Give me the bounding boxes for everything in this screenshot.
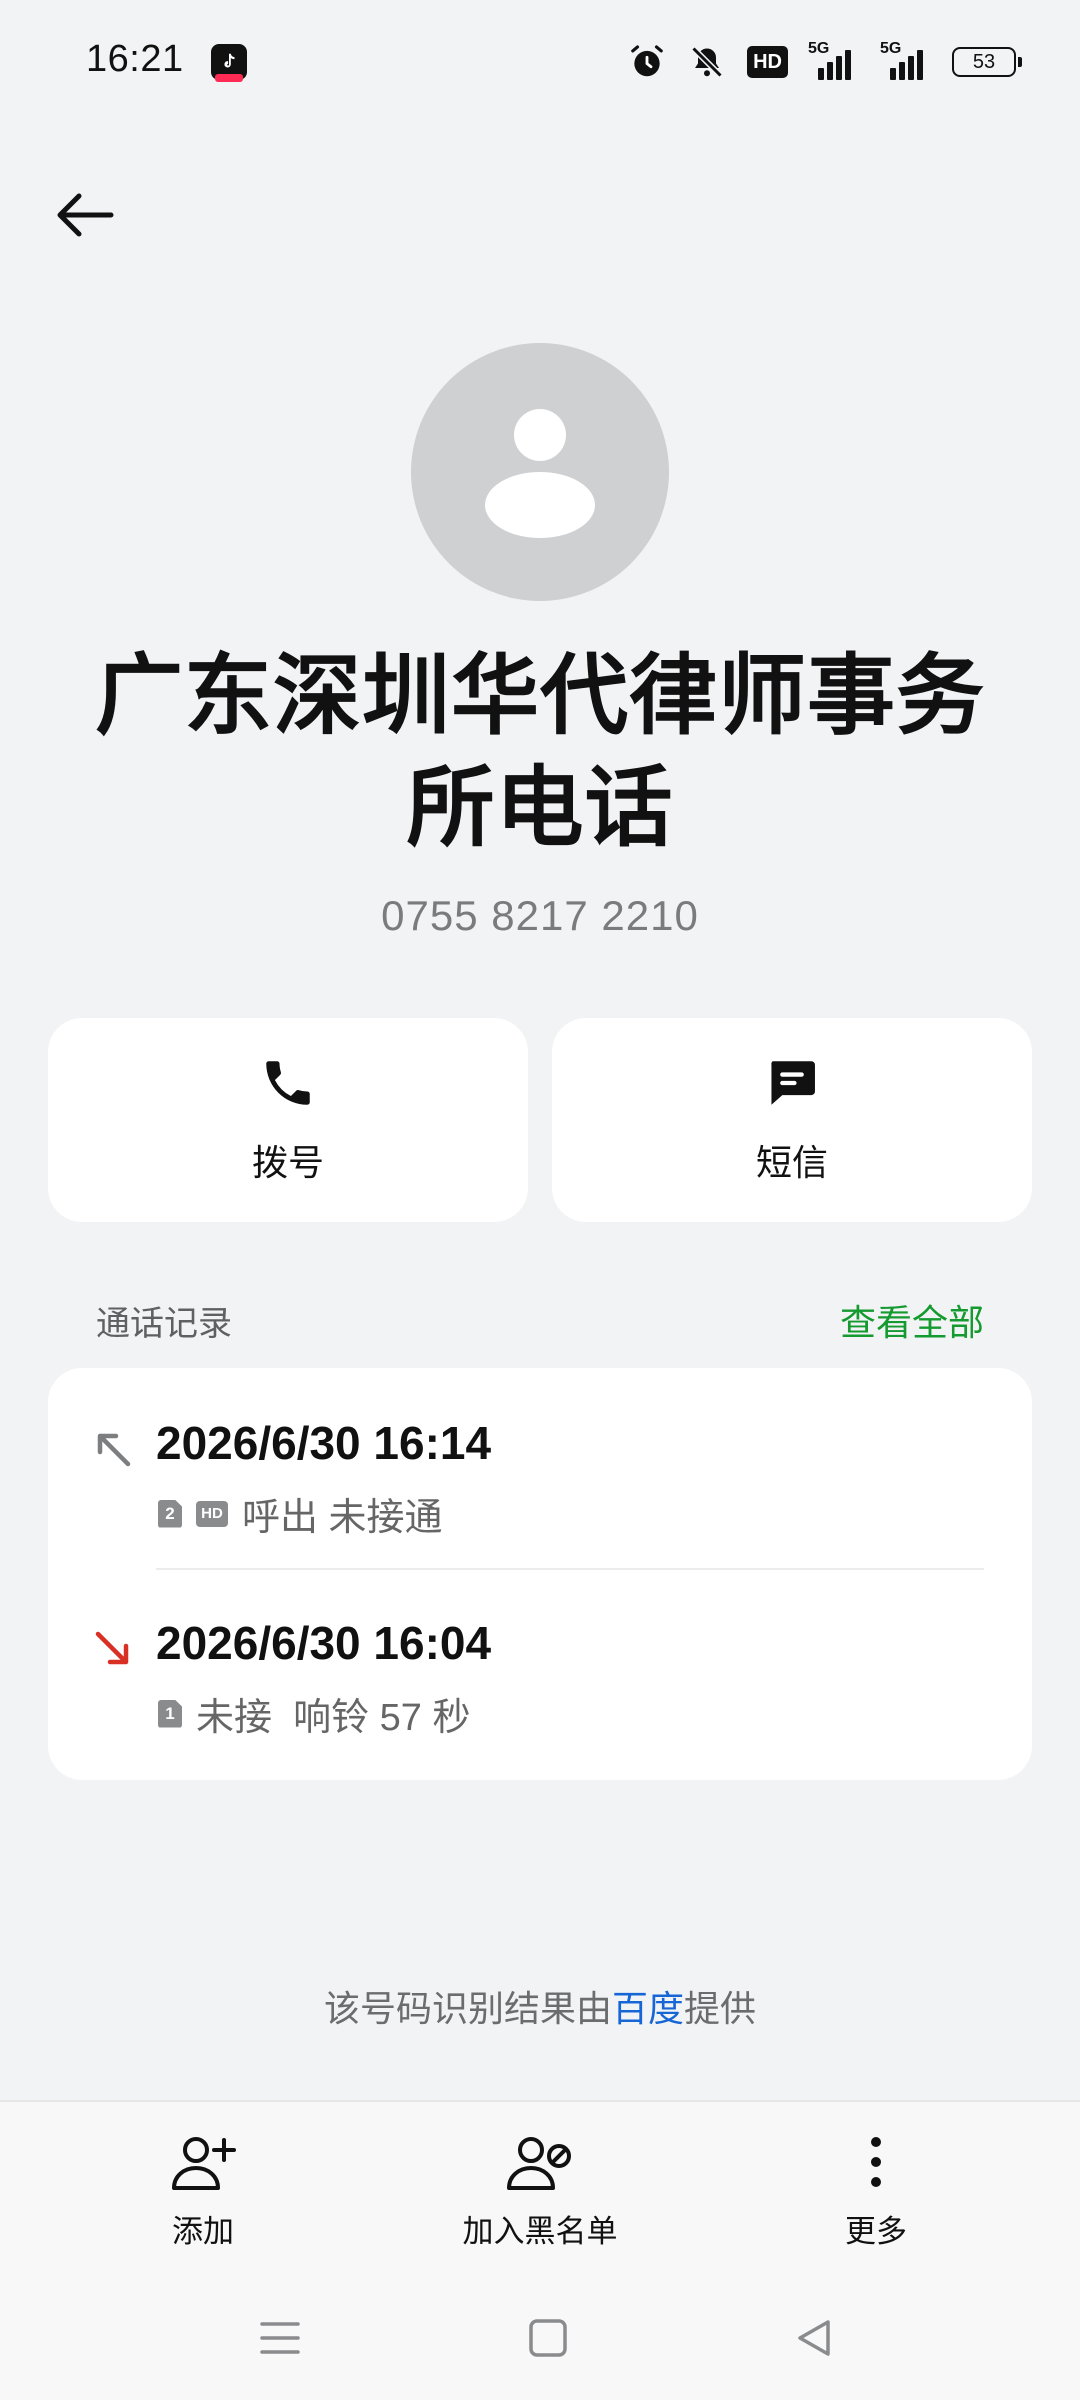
- block-person-icon: [507, 2137, 571, 2190]
- signal-icon: 5G: [808, 40, 860, 80]
- person-icon: [485, 409, 595, 538]
- call-time: 2026/6/30 16:04: [156, 1617, 492, 1669]
- add-contact-button[interactable]: 添加: [83, 2132, 323, 2251]
- message-icon: [771, 1061, 815, 1105]
- avatar[interactable]: [411, 343, 669, 601]
- status-icons: HD 5G 5G 53: [627, 40, 1022, 84]
- block-label: 加入黑名单: [462, 2214, 618, 2249]
- system-back-button[interactable]: [784, 2308, 844, 2368]
- menu-icon: [260, 2322, 300, 2354]
- sim-1-icon: 1: [158, 1699, 182, 1728]
- missed-call-icon: [95, 1631, 129, 1665]
- source-prefix: 该号码识别结果由: [323, 1988, 612, 2029]
- call-log-row[interactable]: 2026/6/30 16:14 2 HD 呼出 未接通: [48, 1368, 1032, 1568]
- hd-voice-icon: HD: [747, 46, 788, 78]
- call-meta: 2 HD 呼出 未接通: [158, 1486, 443, 1541]
- tiktok-app-icon: [211, 44, 247, 82]
- dial-label: 拨号: [251, 1142, 324, 1183]
- source-provider-link[interactable]: 百度: [612, 1988, 684, 2029]
- view-all-link[interactable]: 查看全部: [840, 1294, 984, 1346]
- bottom-action-bar: 添加 加入黑名单 更多: [0, 2100, 1080, 2400]
- phone-icon: [266, 1061, 310, 1105]
- hd-call-icon: HD: [196, 1500, 228, 1527]
- dial-button[interactable]: 拨号: [48, 1018, 528, 1222]
- alarm-icon: [627, 42, 667, 82]
- more-button[interactable]: 更多: [756, 2132, 996, 2251]
- call-log-card: 2026/6/30 16:14 2 HD 呼出 未接通 2026/6/30 16…: [48, 1368, 1032, 1780]
- more-label: 更多: [845, 2214, 907, 2249]
- recent-apps-button[interactable]: [250, 2308, 310, 2368]
- triangle-back-icon: [798, 2320, 830, 2356]
- network-type-label: 5G: [880, 40, 902, 57]
- signal-icon: 5G: [880, 40, 932, 80]
- call-log-row[interactable]: 2026/6/30 16:04 1 未接 响铃 57 秒: [48, 1568, 1032, 1768]
- home-button[interactable]: [518, 2308, 578, 2368]
- block-button[interactable]: 加入黑名单: [420, 2132, 660, 2251]
- call-status: 呼出 未接通: [242, 1497, 443, 1539]
- contact-name: 广东深圳华代律师事务所电话: [94, 646, 985, 857]
- sim-2-icon: 2: [158, 1499, 182, 1528]
- status-time: 16:21: [86, 38, 184, 80]
- source-attribution: 该号码识别结果由百度提供: [0, 1980, 1080, 2032]
- square-icon: [529, 2319, 567, 2357]
- call-log-title: 通话记录: [96, 1305, 232, 1343]
- call-time: 2026/6/30 16:14: [156, 1417, 492, 1469]
- sms-label: 短信: [755, 1142, 828, 1183]
- call-meta: 1 未接 响铃 57 秒: [158, 1686, 471, 1741]
- source-suffix: 提供: [684, 1988, 757, 2029]
- battery-icon: 53: [952, 47, 1022, 77]
- add-label: 添加: [172, 2214, 234, 2249]
- sms-button[interactable]: 短信: [552, 1018, 1032, 1222]
- arrow-left-icon: [57, 193, 114, 237]
- system-nav-bar: [0, 2282, 1080, 2392]
- phone-number[interactable]: 0755 8217 2210: [0, 892, 1080, 940]
- mute-icon: [687, 42, 727, 82]
- back-button[interactable]: [50, 180, 120, 250]
- more-vertical-icon: [871, 2137, 881, 2187]
- network-type-label: 5G: [808, 40, 830, 57]
- call-status: 未接 响铃 57 秒: [196, 1697, 471, 1739]
- add-person-icon: [172, 2137, 236, 2190]
- outgoing-call-icon: [97, 1433, 131, 1467]
- status-bar: 16:21 HD 5G 5G 53: [0, 0, 1080, 124]
